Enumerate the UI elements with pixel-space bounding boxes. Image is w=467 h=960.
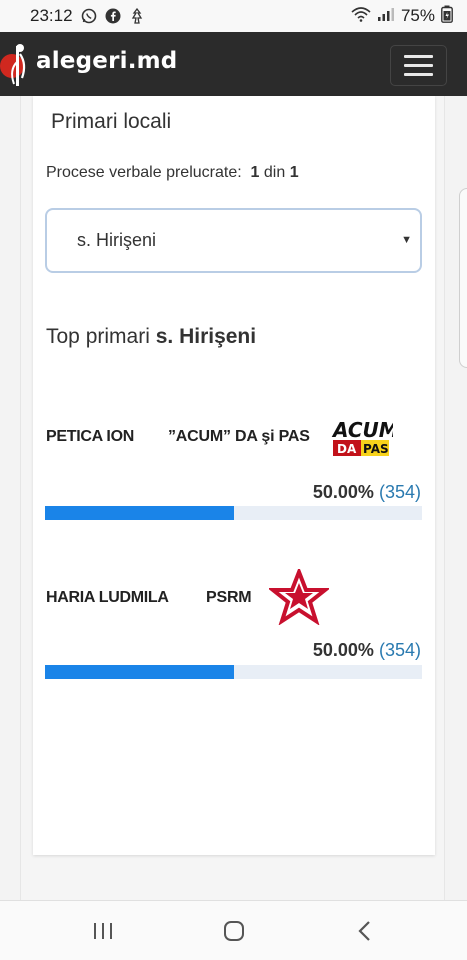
- vote-progress-fill: [45, 506, 234, 520]
- vote-progress-track: [45, 506, 422, 520]
- site-brand[interactable]: alegeri.md: [36, 48, 177, 74]
- back-icon[interactable]: [345, 915, 385, 947]
- svg-text:PAS: PAS: [363, 442, 389, 456]
- acum-da-pas-logo-icon: ACUM DA PAS: [331, 418, 399, 463]
- candidate-votes[interactable]: (354): [379, 640, 421, 660]
- wifi-icon: [351, 6, 371, 27]
- candidate-percent: 50.00%: [312, 482, 374, 502]
- svg-text:ACUM: ACUM: [331, 418, 393, 442]
- candidate-percent: 50.00%: [312, 640, 374, 660]
- locality-select-value: s. Hirişeni: [77, 230, 157, 250]
- processed-count: Procese verbale prelucrate: 1 din 1: [46, 164, 299, 182]
- candidate-name: PETICA ION: [46, 428, 134, 445]
- processed-label: Procese verbale prelucrate:: [46, 164, 242, 181]
- candidate-party: PSRM: [206, 589, 252, 606]
- battery-icon: [441, 5, 453, 28]
- processed-of: din: [263, 164, 286, 181]
- notification-icon: [129, 8, 145, 24]
- psrm-star-logo-icon: [267, 566, 331, 630]
- dropdown-caret-icon: ▼: [401, 234, 412, 246]
- recent-apps-icon[interactable]: [83, 915, 123, 947]
- status-bar: 23:12 75%: [0, 0, 467, 32]
- top-title-prefix: Top primari: [46, 325, 150, 348]
- clock: 23:12: [30, 6, 73, 25]
- menu-toggle-button[interactable]: [390, 45, 447, 86]
- candidate-party: ”ACUM” DA şi PAS: [168, 428, 310, 445]
- battery-percent: 75%: [400, 6, 435, 25]
- processed-total: 1: [289, 164, 299, 181]
- status-right: 75%: [351, 5, 453, 28]
- whatsapp-icon: [81, 8, 97, 24]
- status-left: 23:12: [30, 6, 145, 26]
- candidate-name: HARIA LUDMILA: [46, 589, 169, 606]
- facebook-icon: [105, 8, 121, 24]
- candidate-row: HARIA LUDMILA: [46, 589, 169, 607]
- locality-select[interactable]: s. Hirişeni ▼: [45, 208, 422, 273]
- hamburger-line: [404, 55, 433, 58]
- candidate-votes[interactable]: (354): [379, 482, 421, 502]
- vote-progress-fill: [45, 665, 234, 679]
- section-title: Primari locali: [51, 110, 172, 133]
- candidate-result: 50.00% (354): [313, 640, 421, 661]
- site-navbar: alegeri.md: [0, 32, 467, 96]
- candidate-result: 50.00% (354): [313, 482, 421, 503]
- hamburger-line: [404, 64, 433, 67]
- vote-progress-track: [45, 665, 422, 679]
- hamburger-line: [404, 73, 433, 76]
- home-icon[interactable]: [214, 915, 254, 947]
- svg-text:DA: DA: [337, 442, 357, 456]
- alegeri-logo-icon[interactable]: [0, 40, 34, 90]
- edge-panel-handle[interactable]: [459, 188, 467, 368]
- signal-icon: [377, 6, 395, 27]
- processed-done: 1: [250, 164, 260, 181]
- top-title-locality: s. Hirişeni: [155, 325, 257, 348]
- top-candidates-title: Top primari s. Hirişeni: [46, 325, 256, 349]
- candidate-row: PETICA ION: [46, 428, 134, 446]
- system-navigation-bar: [0, 900, 467, 960]
